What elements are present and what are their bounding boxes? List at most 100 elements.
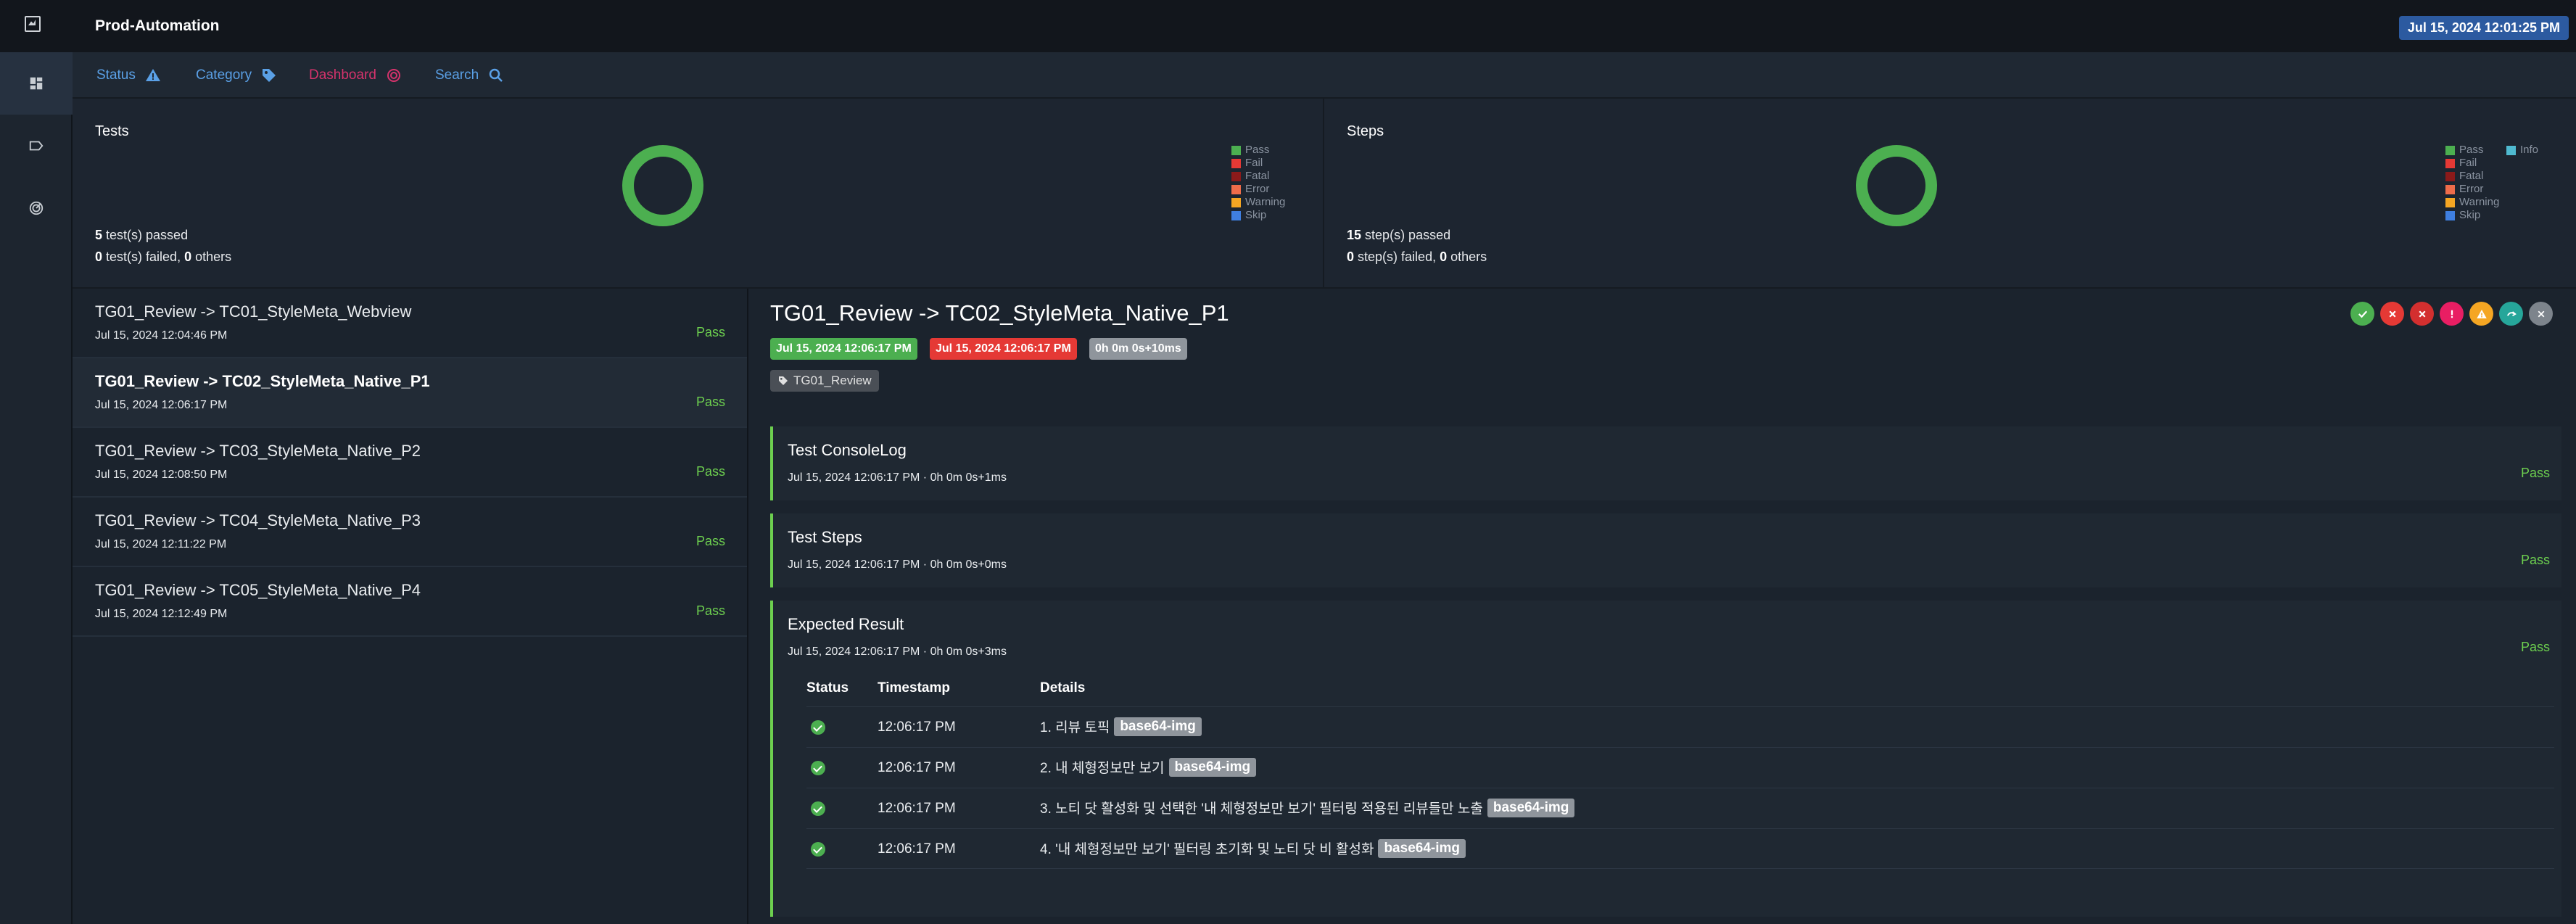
steps-passed-summary: 15 step(s) passed: [1347, 228, 1450, 243]
filter-fail-button[interactable]: [2380, 302, 2404, 326]
tests-failed-summary: 0 test(s) failed, 0 others: [95, 249, 231, 265]
nav-category[interactable]: Category: [196, 67, 278, 84]
base64-img-badge[interactable]: base64-img: [1168, 757, 1257, 777]
test-list-item[interactable]: TG01_Review -> TC05_StyleMeta_Native_P4 …: [73, 567, 747, 637]
pass-swatch: [2445, 145, 2455, 155]
block-status: Pass: [2520, 466, 2550, 480]
filter-skip-button[interactable]: [2499, 302, 2523, 326]
rail-category-view[interactable]: [0, 115, 73, 177]
tests-donut-chart: [622, 145, 703, 226]
pass-check-icon: [811, 801, 825, 816]
tests-legend: Pass Fail Fatal Error Warning Skip: [1231, 144, 1285, 222]
step-details: 4. '내 체형정보만 보기' 필터링 초기화 및 노티 닷 비 활성화 base…: [1040, 838, 1466, 858]
warning-swatch: [1231, 197, 1241, 207]
log-block-steps[interactable]: Test Steps Jul 15, 2024 12:06:17 PM · 0h…: [770, 513, 2561, 587]
others-label: others: [1450, 249, 1487, 264]
skip-swatch: [1231, 210, 1241, 220]
base64-img-badge[interactable]: base64-img: [1487, 798, 1575, 817]
passed-count: 15: [1347, 228, 1362, 242]
legend-item-skip: Skip: [1231, 209, 1285, 222]
passed-label: step(s) passed: [1365, 228, 1451, 242]
log-block-expected-result[interactable]: Expected Result Jul 15, 2024 12:06:17 PM…: [770, 601, 2561, 917]
fatal-swatch: [2445, 171, 2455, 181]
base64-img-badge[interactable]: base64-img: [1114, 717, 1202, 736]
step-timestamp: 12:06:17 PM: [878, 841, 956, 857]
others-count: 0: [184, 249, 192, 264]
filter-pass-button[interactable]: [2350, 302, 2374, 326]
fail-swatch: [2445, 158, 2455, 168]
sub-navigation: Status Category Dashboard Search: [73, 52, 2576, 99]
step-details: 1. 리뷰 토픽 base64-img: [1040, 717, 1202, 736]
table-row: 12:06:17 PM 3. 노티 닷 활성화 및 선택한 '내 체형정보만 보…: [806, 788, 2554, 828]
others-label: others: [195, 249, 232, 264]
base64-img-badge[interactable]: base64-img: [1378, 838, 1466, 858]
legend-label: Skip: [1245, 209, 1267, 221]
legend-item-fail: Fail: [1231, 157, 1285, 170]
legend-label: Fatal: [2459, 170, 2484, 182]
error-swatch: [2445, 184, 2455, 194]
start-time-badge: Jul 15, 2024 12:06:17 PM: [770, 338, 917, 360]
warning-swatch: [2445, 197, 2455, 207]
tag-icon: [263, 69, 276, 82]
skip-swatch: [2445, 210, 2455, 220]
report-date-badge: Jul 15, 2024 12:01:25 PM: [2398, 16, 2569, 40]
nav-search[interactable]: Search: [435, 67, 505, 84]
test-list-item[interactable]: TG01_Review -> TC03_StyleMeta_Native_P2 …: [73, 428, 747, 498]
detail-title: TG01_Review -> TC02_StyleMeta_Native_P1: [770, 300, 1229, 326]
log-block-console[interactable]: Test ConsoleLog Jul 15, 2024 12:06:17 PM…: [770, 426, 2561, 500]
steps-legend-extra: Info: [2506, 144, 2538, 157]
nav-dashboard[interactable]: Dashboard: [309, 67, 402, 84]
block-meta: Jul 15, 2024 12:06:17 PM · 0h 0m 0s+1ms: [788, 471, 1007, 484]
block-status: Pass: [2520, 640, 2550, 654]
end-time-badge: Jul 15, 2024 12:06:17 PM: [930, 338, 1077, 360]
close-icon: [2388, 310, 2396, 318]
block-meta: Jul 15, 2024 12:06:17 PM · 0h 0m 0s+3ms: [788, 645, 1007, 658]
pass-check-icon: [811, 842, 825, 857]
nav-status-label: Status: [96, 67, 136, 83]
rail-tests-view[interactable]: [0, 52, 73, 115]
legend-item-fail: Fail: [2445, 157, 2499, 170]
test-time: Jul 15, 2024 12:04:46 PM: [95, 329, 228, 342]
test-time: Jul 15, 2024 12:12:49 PM: [95, 608, 228, 620]
test-list-item[interactable]: TG01_Review -> TC04_StyleMeta_Native_P3 …: [73, 498, 747, 567]
test-name: TG01_Review -> TC05_StyleMeta_Native_P4: [95, 581, 421, 599]
steps-summary-panel: Steps Pass Fail Fatal Error Warning Skip…: [1324, 99, 2576, 289]
filter-warning-button[interactable]: [2469, 302, 2493, 326]
fatal-swatch: [1231, 171, 1241, 181]
legend-item-error: Error: [2445, 183, 2499, 196]
test-status: Pass: [695, 603, 725, 618]
legend-label: Info: [2520, 144, 2539, 156]
legend-item-warning: Warning: [2445, 196, 2499, 209]
pass-check-icon: [811, 761, 825, 775]
info-swatch: [2506, 145, 2516, 155]
close-icon: [2538, 310, 2544, 317]
tests-summary-panel: Tests Pass Fail Fatal Error Warning Skip…: [73, 99, 1324, 289]
nav-category-label: Category: [196, 67, 252, 83]
table-row: 12:06:17 PM 2. 내 체형정보만 보기 base64-img: [806, 747, 2554, 788]
failed-count: 0: [1347, 249, 1355, 264]
error-swatch: [1231, 184, 1241, 194]
test-list-item[interactable]: TG01_Review -> TC01_StyleMeta_Webview Ju…: [73, 289, 747, 358]
test-list: TG01_Review -> TC01_StyleMeta_Webview Ju…: [73, 289, 748, 924]
filter-clear-button[interactable]: [2529, 302, 2553, 326]
steps-legend: Pass Fail Fatal Error Warning Skip: [2445, 144, 2499, 222]
check-icon: [2358, 310, 2367, 318]
test-status: Pass: [695, 325, 725, 339]
legend-label: Pass: [2459, 144, 2484, 156]
block-title: Test ConsoleLog: [788, 441, 907, 459]
legend-label: Warning: [2459, 196, 2500, 208]
tests-passed-summary: 5 test(s) passed: [95, 228, 188, 243]
others-count: 0: [1440, 249, 1448, 264]
category-tag[interactable]: TG01_Review: [770, 370, 879, 392]
test-name: TG01_Review -> TC01_StyleMeta_Webview: [95, 302, 412, 321]
rail-dashboard-view[interactable]: [0, 177, 73, 239]
filter-fatal-button[interactable]: [2410, 302, 2434, 326]
test-list-item-selected[interactable]: TG01_Review -> TC02_StyleMeta_Native_P1 …: [73, 358, 747, 428]
nav-status[interactable]: Status: [96, 67, 162, 84]
step-text: 4. '내 체형정보만 보기' 필터링 초기화 및 노티 닷 비 활성화: [1040, 842, 1374, 857]
legend-item-skip: Skip: [2445, 209, 2499, 222]
dashboard-icon: [387, 69, 400, 82]
test-time: Jul 15, 2024 12:08:50 PM: [95, 469, 228, 481]
filter-error-button[interactable]: [2440, 302, 2464, 326]
failed-label: test(s) failed,: [106, 249, 181, 264]
